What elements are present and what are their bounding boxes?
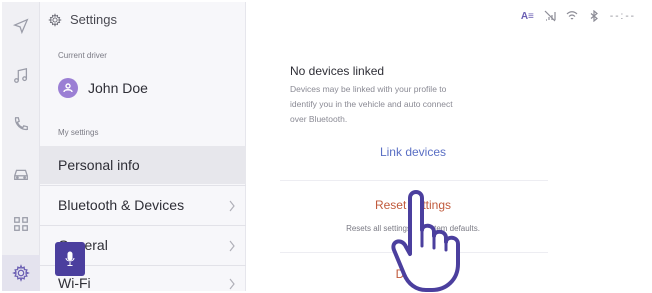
microphone-icon (65, 251, 75, 266)
sidebar-item-label: Personal info (58, 157, 140, 173)
navigation-arrow-icon[interactable] (11, 16, 31, 36)
status-bar: A≡ --:-- (521, 10, 636, 22)
my-settings-label: My settings (58, 128, 99, 137)
music-note-icon[interactable] (11, 66, 31, 86)
no-devices-description: Devices may be linked with your profile … (290, 84, 453, 124)
sidebar-item-label: Wi-Fi (58, 275, 91, 291)
sidebar-item-bluetooth-devices[interactable]: Bluetooth & Devices (40, 186, 246, 224)
voice-assistant-button[interactable] (55, 242, 85, 276)
sidebar-header: Settings (48, 12, 117, 27)
chevron-right-icon (228, 239, 236, 252)
pointing-hand-icon (388, 184, 468, 292)
page-title: Settings (70, 12, 117, 27)
app-frame: Settings Current driver John Doe My sett… (0, 0, 652, 293)
sidebar-item-label: Bluetooth & Devices (58, 197, 185, 213)
grid-icon[interactable] (11, 214, 31, 234)
driver-name: John Doe (88, 80, 148, 96)
phone-icon[interactable] (11, 114, 31, 134)
avatar (58, 78, 78, 98)
chevron-right-icon (228, 277, 236, 290)
wifi-icon (566, 11, 578, 20)
font-size-icon[interactable]: A≡ (521, 11, 534, 22)
gear-icon (48, 12, 62, 27)
current-driver[interactable]: John Doe (58, 78, 148, 98)
car-icon[interactable] (11, 164, 31, 184)
current-driver-label: Current driver (58, 51, 107, 60)
gear-icon[interactable] (11, 263, 31, 283)
person-icon (63, 83, 73, 93)
clock: --:-- (609, 10, 636, 22)
divider (280, 180, 548, 181)
no-devices-heading: No devices linked (290, 64, 385, 78)
icon-rail (2, 2, 40, 291)
sidebar-item-personal-info[interactable]: Personal info (40, 146, 246, 184)
link-devices-button[interactable]: Link devices (290, 137, 536, 167)
no-signal-icon (544, 10, 556, 22)
bluetooth-icon (590, 10, 598, 22)
chevron-right-icon (228, 199, 236, 212)
